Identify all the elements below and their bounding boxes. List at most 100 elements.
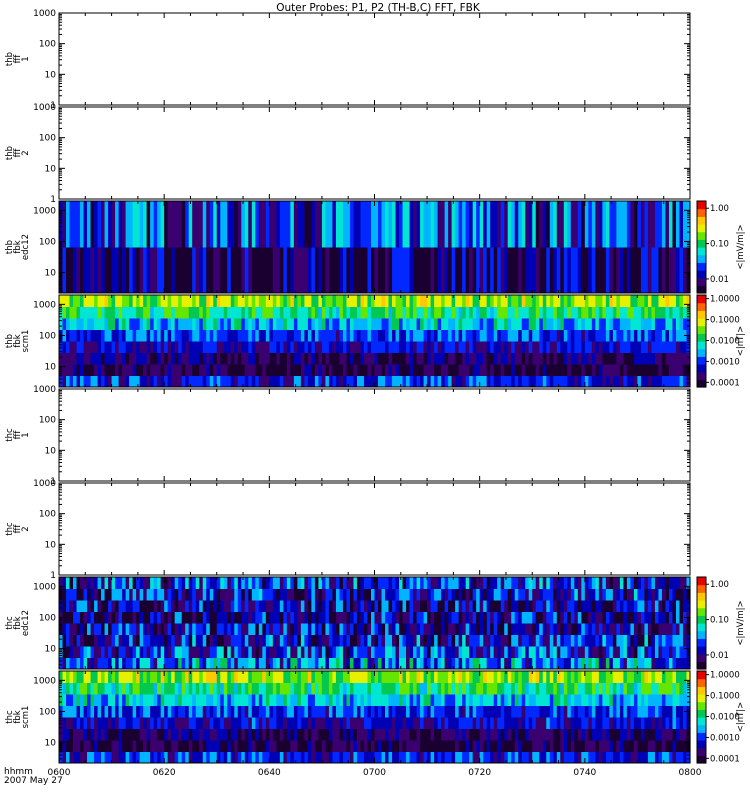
heatmap-cell [416,657,421,670]
heatmap-cell [626,318,632,330]
heatmap-cell [458,728,463,741]
heatmap-cell [479,611,484,624]
heatmap-cell [553,577,558,589]
heatmap-cell [153,728,158,741]
heatmap-cell [66,247,71,294]
heatmap-cell [146,600,151,612]
heatmap-cell [654,657,660,670]
heatmap-cell [416,717,421,729]
heatmap-cell [409,717,414,729]
heatmap-cell [307,375,312,388]
heatmap-cell [567,577,572,589]
heatmap-cell [486,634,491,647]
heatmap-cell [504,329,509,342]
heatmap-cell [321,740,327,752]
heatmap-cell [339,295,344,307]
heatmap-cell [455,717,460,729]
heatmap-cell [392,600,397,612]
heatmap-cell [434,364,439,376]
heatmap-cell [157,329,162,342]
heatmap-cell [73,201,78,248]
heatmap-cell [83,318,88,330]
heatmap-cell [430,588,435,601]
heatmap-cell [420,295,425,307]
heatmap-cell [167,600,172,612]
heatmap-cell [115,646,120,658]
heatmap-cell [269,295,274,307]
heatmap-cell [244,364,249,376]
y-tick-label: 100 [39,416,56,426]
heatmap-cell [409,646,414,658]
y-axis-label-line: edc12 [21,234,31,260]
heatmap-cell [192,611,197,624]
heatmap-cell [665,329,670,342]
y-tick-label: 1 [50,195,56,205]
heatmap-cell [321,329,327,342]
heatmap-cell [458,634,463,647]
heatmap-cell [623,329,628,342]
y-tick-label: 100 [39,40,56,50]
y-tick-label: 10 [45,70,57,80]
heatmap-cell [76,352,81,365]
heatmap-cell [150,247,155,294]
heatmap-cell [378,751,383,764]
heatmap-cell [399,329,404,342]
heatmap-cell [497,352,502,365]
heatmap-cell [567,588,572,601]
heatmap-cell [563,375,568,388]
heatmap-cell [220,740,225,752]
heatmap-cell [328,588,334,601]
heatmap-cell [567,646,572,658]
heatmap-cell [342,364,348,376]
heatmap-cell [378,611,383,624]
heatmap-cell [363,318,369,330]
heatmap-cell [342,657,348,670]
heatmap-cell [80,717,85,729]
heatmap-cell [514,247,519,294]
heatmap-cell [332,341,337,353]
heatmap-cell [630,634,635,647]
heatmap-cell [195,646,200,658]
heatmap-cell [363,634,369,647]
heatmap-cell [283,717,288,729]
heatmap-cell [441,295,446,307]
heatmap-cell [409,728,414,741]
heatmap-cell [542,577,547,589]
heatmap-cell [633,717,639,729]
heatmap-cell [665,657,670,670]
heatmap-cell [420,329,425,342]
heatmap-cell [595,201,600,248]
heatmap-cell [539,646,544,658]
heatmap-cell [76,657,81,670]
heatmap-cell [486,577,491,589]
heatmap-cell [122,717,127,729]
heatmap-cell [483,717,488,729]
heatmap-cell [651,588,656,601]
heatmap-cell [262,329,267,342]
heatmap-cell [328,318,334,330]
heatmap-cell [206,600,211,612]
heatmap-cell [150,329,155,342]
heatmap-cell [108,611,113,624]
heatmap-cell [297,364,302,376]
heatmap-cell [241,717,246,729]
heatmap-cell [59,318,64,330]
heatmap-cell [188,329,193,342]
heatmap-cell [258,623,263,635]
heatmap-cell [532,247,537,294]
heatmap-cell [465,728,470,741]
heatmap-cell [328,728,334,741]
heatmap-cell [325,634,330,647]
heatmap-cell [122,740,127,752]
heatmap-cell [213,352,218,365]
heatmap-cell [647,364,653,376]
heatmap-cell [146,577,151,589]
heatmap-cell [265,341,270,353]
heatmap-cell [272,623,277,635]
heatmap-cell [507,329,512,342]
heatmap-cell [441,247,446,294]
heatmap-cell [633,306,639,319]
heatmap-cell [406,352,411,365]
heatmap-cell [465,634,470,647]
heatmap-cell [392,364,397,376]
